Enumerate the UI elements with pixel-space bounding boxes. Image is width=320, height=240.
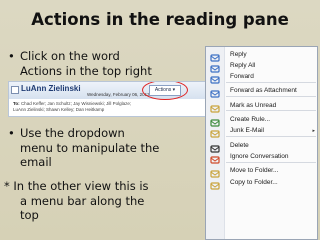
menu-item-mark-as-unread[interactable]: Mark as Unread — [206, 100, 317, 113]
bullet-click-actions: • Click on the word Actions in the top r… — [8, 49, 208, 78]
recipients-line-1: Chad Keffer; Jan Schultz; Jay Wisniewski… — [20, 101, 132, 106]
menu-item-label: Forward — [230, 73, 254, 80]
rule-icon — [210, 115, 220, 127]
submenu-arrow-icon: ▸ — [312, 128, 315, 134]
recipients-line-2: LuAnn Zielinski; Shawn Kelley; Dan Heitk… — [13, 107, 105, 112]
reply-icon — [210, 50, 220, 62]
envelope-icon — [210, 101, 220, 113]
forward-attachment-icon — [210, 86, 220, 98]
bullet-text: Click on the word Actions in the top rig… — [20, 49, 152, 78]
email-sender: LuAnn Zielinski — [21, 84, 81, 93]
menu-item-label: Delete — [230, 142, 249, 149]
bullet-dropdown-menu: • Use the dropdown menu to manipulate th… — [8, 126, 208, 170]
actions-dropdown-menu: Reply Reply All Forward Forward as Attachme… — [205, 46, 318, 240]
bullet-marker: • — [8, 126, 15, 140]
menu-item-junk-e-mail[interactable]: Junk E-Mail ▸ — [206, 125, 317, 138]
menu-item-label: Move to Folder... — [230, 167, 279, 174]
menu-item-label: Ignore Conversation — [230, 153, 289, 160]
slide-title: Actions in the reading pane — [31, 10, 289, 29]
ignore-icon — [210, 152, 220, 164]
highlight-circle — [142, 82, 188, 100]
menu-item-move-to-folder[interactable]: Move to Folder... — [206, 165, 317, 178]
menu-item-label: Create Rule... — [230, 116, 271, 123]
reply-all-icon — [210, 61, 220, 73]
forward-icon — [210, 72, 220, 84]
menu-item-label: Reply — [230, 51, 247, 58]
to-label: To: — [13, 101, 20, 106]
menu-item-forward[interactable]: Forward — [206, 71, 317, 84]
menu-item-forward-as-attachment[interactable]: Forward as Attachment — [206, 85, 317, 98]
junk-icon — [210, 126, 220, 138]
email-header-screenshot: LuAnn Zielinski Wednesday, February 06, … — [8, 81, 206, 117]
menu-item-ignore-conversation[interactable]: Ignore Conversation — [206, 151, 317, 164]
menu-item-label: Mark as Unread — [230, 102, 277, 109]
note-menu-bar: * In the other view this is a menu bar a… — [2, 179, 202, 223]
email-recipients: To: Chad Keffer; Jan Schultz; Jay Wisnie… — [13, 101, 131, 113]
move-folder-icon — [210, 166, 220, 178]
menu-item-label: Copy to Folder... — [230, 179, 278, 186]
menu-item-label: Forward as Attachment — [230, 87, 297, 94]
checkbox-icon — [11, 86, 19, 94]
menu-item-label: Reply All — [230, 62, 256, 69]
delete-icon — [210, 141, 220, 153]
menu-item-copy-to-folder[interactable]: Copy to Folder... — [206, 177, 317, 190]
bullet-text: Use the dropdown menu to manipulate the … — [20, 126, 160, 169]
copy-folder-icon — [210, 178, 220, 190]
bullet-marker: • — [8, 49, 15, 63]
menu-item-label: Junk E-Mail — [230, 127, 264, 134]
slide: Actions in the reading pane • Click on t… — [0, 0, 320, 240]
note-text: * In the other view this is a menu bar a… — [4, 179, 149, 222]
